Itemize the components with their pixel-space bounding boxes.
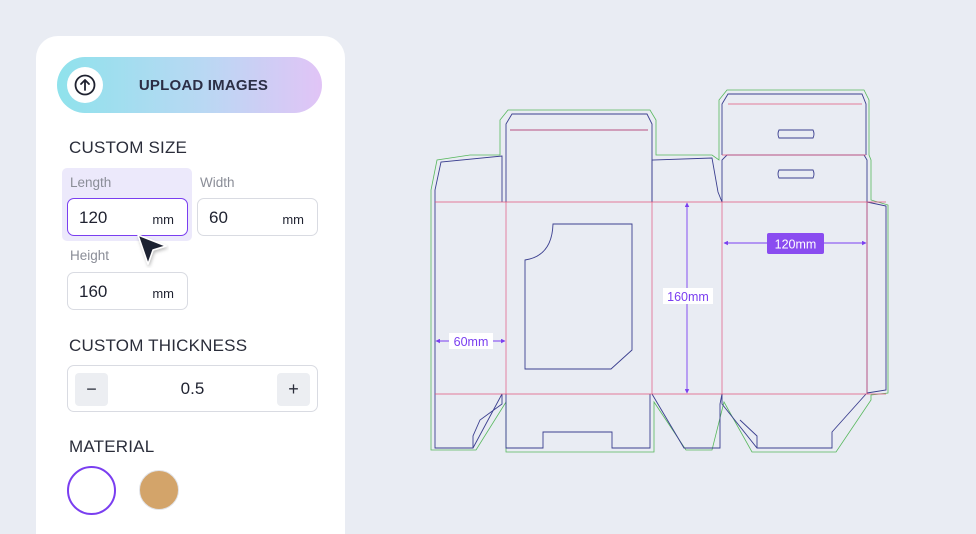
length-label: Length <box>70 175 112 190</box>
thickness-stepper: − 0.5 + <box>67 365 318 412</box>
width-input[interactable]: 60 mm <box>197 198 318 236</box>
width-label: Width <box>200 175 235 190</box>
options-panel: UPLOAD IMAGES CUSTOM SIZE Length 120 mm … <box>36 36 345 534</box>
custom-size-title: CUSTOM SIZE <box>69 138 188 157</box>
thickness-increase-button[interactable]: + <box>277 373 310 406</box>
mouse-pointer-icon <box>137 234 167 265</box>
custom-thickness-title: CUSTOM THICKNESS <box>69 336 248 355</box>
upload-images-button[interactable]: UPLOAD IMAGES <box>57 57 322 113</box>
dim-length-label: 120mm <box>775 238 817 252</box>
height-input[interactable]: 160 mm <box>67 272 188 310</box>
cut-lines <box>434 93 887 449</box>
dim-height-label: 160mm <box>667 290 709 304</box>
length-input[interactable]: 120 mm <box>67 198 188 236</box>
length-unit: mm <box>152 212 174 227</box>
upload-images-label: UPLOAD IMAGES <box>138 76 269 94</box>
width-value: 60 <box>209 208 228 227</box>
width-unit: mm <box>282 212 304 227</box>
height-unit: mm <box>152 286 174 301</box>
height-label: Height <box>70 248 110 263</box>
material-swatch-white[interactable] <box>67 466 116 515</box>
material-title: MATERIAL <box>69 437 155 456</box>
box-dieline-diagram: 60mm 160mm 120mm <box>430 89 889 453</box>
length-value: 120 <box>79 208 108 227</box>
material-swatch-kraft[interactable] <box>139 470 179 510</box>
height-value: 160 <box>79 282 108 301</box>
dim-width-label: 60mm <box>454 335 489 349</box>
